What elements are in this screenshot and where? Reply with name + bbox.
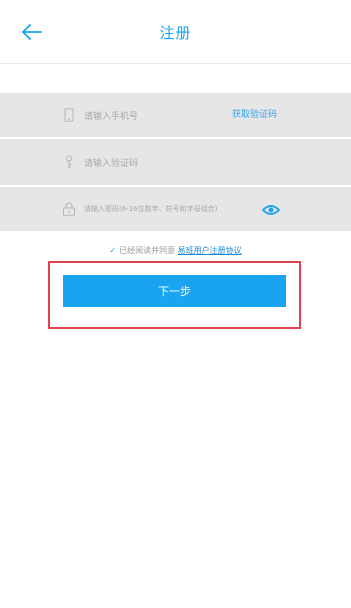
page-title: 注册 [159,24,192,42]
get-code-button[interactable]: 获取验证码 [232,107,277,120]
phone-screen: 注册 请输入手机号 获取验证码 请输入验证码 请输入密码(6-16位数字、符号和… [0,0,351,608]
toggle-password-visibility[interactable] [261,202,281,216]
code-input-placeholder[interactable]: 请输入验证码 [84,156,138,169]
phone-input-placeholder[interactable]: 请输入手机号 [84,109,138,122]
code-field[interactable]: 请输入验证码 [0,139,351,185]
phone-field[interactable]: 请输入手机号 [0,93,351,137]
password-input-placeholder[interactable]: 请输入密码(6-16位数字、符号和字母组合) [84,204,217,214]
agreement-link[interactable]: 易班用户注册协议 [178,246,242,255]
password-field[interactable]: 请输入密码(6-16位数字、符号和字母组合) [0,187,351,231]
eye-icon [261,205,281,215]
agreement-text: 已经阅读并同意 [119,246,176,255]
spacer [0,65,351,93]
next-button[interactable]: 下一步 [63,275,286,307]
mobile-phone-icon [62,107,76,123]
key-icon [62,154,76,170]
check-icon[interactable]: ✓ [109,246,116,255]
lock-icon [62,201,76,217]
nav-bar: 注册 [0,0,351,64]
agreement-row: ✓ 已经阅读并同意 易班用户注册协议 [0,245,351,256]
